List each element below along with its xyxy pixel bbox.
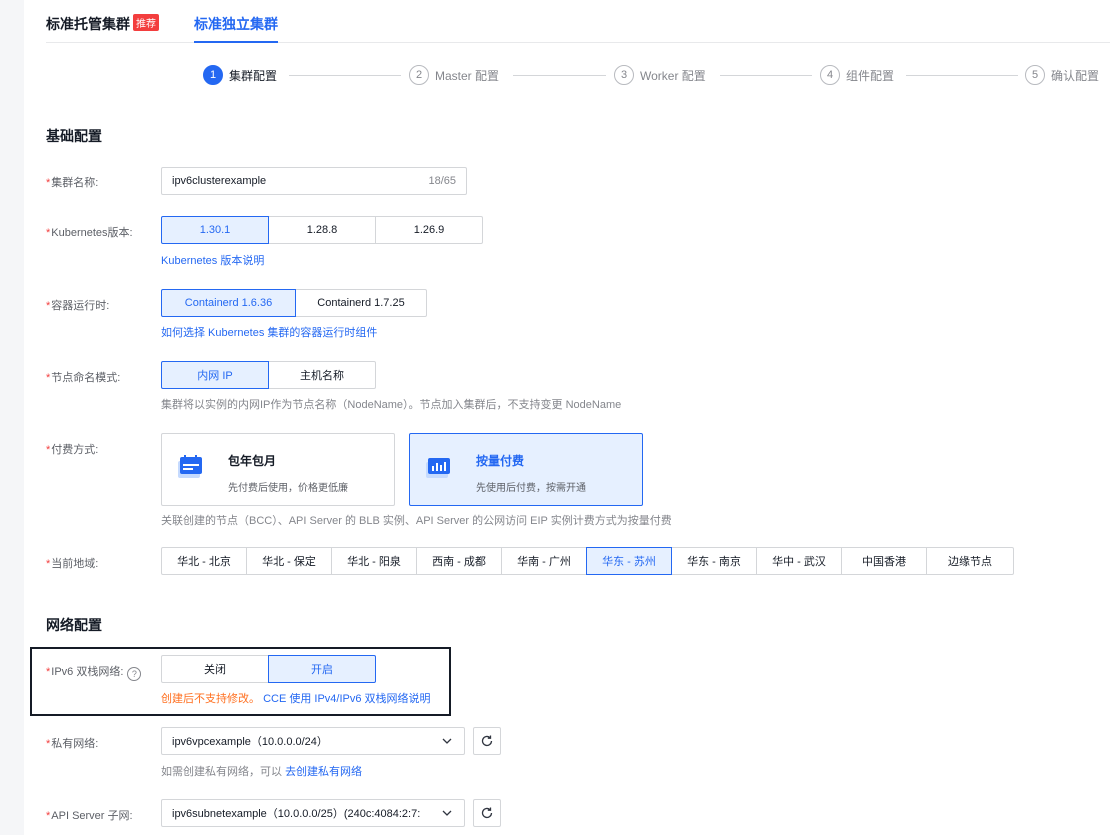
subnet-label: *API Server 子网:: [46, 810, 133, 822]
usage-meter-icon: [426, 458, 450, 478]
ipv6-option-on[interactable]: 开启: [268, 655, 376, 683]
k8s-version-doc-link[interactable]: Kubernetes 版本说明: [161, 252, 264, 268]
cluster-type-tabs: 标准托管集群 推荐 标准独立集群: [46, 0, 1110, 43]
ipv6-hint: 创建后不支持修改。 CCE 使用 IPv4/IPv6 双栈网络说明: [161, 690, 431, 706]
help-icon[interactable]: ?: [127, 667, 142, 681]
k8s-version-option-1-26-9[interactable]: 1.26.9: [375, 216, 483, 244]
vpc-select[interactable]: ipv6vpcexample（10.0.0.0/24）: [161, 727, 465, 755]
step-label: 组件配置: [846, 68, 895, 83]
billing-card-postpaid[interactable]: 按量付费 先使用后付费，按需开通: [409, 433, 643, 506]
chevron-down-icon: [442, 810, 452, 816]
tab-standalone-label: 标准独立集群: [194, 16, 278, 32]
k8s-version-option-1-28-8[interactable]: 1.28.8: [268, 216, 376, 244]
ipv6-warning: 创建后不支持修改。: [161, 693, 260, 705]
runtime-option-1-7-25[interactable]: Containerd 1.7.25: [295, 289, 427, 317]
chevron-down-icon: [442, 738, 452, 744]
k8s-version-option-1-30-1[interactable]: 1.30.1: [161, 216, 269, 244]
tab-standalone-cluster[interactable]: 标准独立集群: [194, 14, 278, 43]
vpc-hint: 如需创建私有网络，可以 去创建私有网络: [161, 763, 362, 779]
runtime-selector: Containerd 1.6.36 Containerd 1.7.25: [161, 289, 427, 317]
step-component-config: 4 组件配置: [820, 65, 894, 85]
postpaid-desc: 先使用后付费，按需开通: [476, 483, 586, 494]
step-connector: [906, 75, 1018, 76]
billing-label: *付费方式:: [46, 444, 99, 456]
step-cluster-config: 1 集群配置: [203, 65, 277, 85]
region-option-baoding[interactable]: 华北 - 保定: [246, 547, 332, 575]
step-number: 3: [614, 65, 634, 85]
region-option-nanjing[interactable]: 华东 - 南京: [671, 547, 757, 575]
region-option-beijing[interactable]: 华北 - 北京: [161, 547, 247, 575]
recommend-badge: 推荐: [133, 14, 159, 31]
refresh-icon: [481, 735, 493, 747]
cluster-name-value: ipv6clusterexample: [172, 175, 267, 187]
calendar-icon: [178, 455, 202, 478]
naming-option-hostname[interactable]: 主机名称: [268, 361, 376, 389]
network-config-title: 网络配置: [46, 617, 102, 633]
node-naming-hint: 集群将以实例的内网IP作为节点名称（NodeName）。节点加入集群后，不支持变…: [161, 399, 622, 411]
subnet-refresh-button[interactable]: [473, 799, 501, 827]
tab-managed-label: 标准托管集群: [46, 16, 130, 32]
cluster-name-label: *集群名称:: [46, 177, 99, 189]
step-number: 1: [203, 65, 223, 85]
step-number: 4: [820, 65, 840, 85]
wizard-steps: 1 集群配置 2 Master 配置 3 Worker 配置 4 组件配置 5 …: [24, 65, 1110, 87]
step-number: 5: [1025, 65, 1045, 85]
k8s-version-label: *Kubernetes版本:: [46, 227, 133, 239]
basic-config-title: 基础配置: [46, 128, 102, 144]
step-label: 集群配置: [229, 68, 278, 83]
postpaid-title: 按量付费: [476, 454, 525, 468]
region-label: *当前地域:: [46, 558, 99, 570]
subnet-select-value: ipv6subnetexample（10.0.0.0/25）(240c:4084…: [172, 808, 421, 820]
step-connector: [513, 75, 606, 76]
refresh-icon: [481, 807, 493, 819]
k8s-version-selector: 1.30.1 1.28.8 1.26.9: [161, 216, 483, 244]
step-confirm-config: 5 确认配置: [1025, 65, 1099, 85]
step-master-config: 2 Master 配置: [409, 65, 499, 85]
prepaid-title: 包年包月: [228, 454, 277, 468]
billing-card-prepaid[interactable]: 包年包月 先付费后使用，价格更低廉: [161, 433, 395, 506]
cluster-name-input[interactable]: ipv6clusterexample 18/65: [161, 167, 467, 195]
step-number: 2: [409, 65, 429, 85]
step-connector: [720, 75, 812, 76]
vpc-refresh-button[interactable]: [473, 727, 501, 755]
cluster-create-page: 标准托管集群 推荐 标准独立集群 1 集群配置 2 Master 配置 3 Wor…: [24, 0, 1110, 835]
prepaid-desc: 先付费后使用，价格更低廉: [228, 483, 348, 494]
ipv6-toggle: 关闭 开启: [161, 655, 376, 683]
naming-option-private-ip[interactable]: 内网 IP: [161, 361, 269, 389]
runtime-doc-link[interactable]: 如何选择 Kubernetes 集群的容器运行时组件: [161, 324, 377, 340]
step-label: Worker 配置: [640, 68, 706, 83]
region-option-hongkong[interactable]: 中国香港: [841, 547, 927, 575]
create-vpc-link[interactable]: 去创建私有网络: [285, 766, 362, 778]
region-option-suzhou[interactable]: 华东 - 苏州: [586, 547, 672, 575]
vpc-hint-text: 如需创建私有网络，可以: [161, 766, 282, 778]
step-connector: [289, 75, 401, 76]
tab-managed-cluster[interactable]: 标准托管集群 推荐: [46, 14, 159, 34]
billing-hint: 关联创建的节点（BCC）、API Server 的 BLB 实例、API Ser…: [161, 515, 672, 527]
ipv6-option-off[interactable]: 关闭: [161, 655, 269, 683]
step-label: Master 配置: [435, 68, 500, 83]
region-option-guangzhou[interactable]: 华南 - 广州: [501, 547, 587, 575]
node-naming-selector: 内网 IP 主机名称: [161, 361, 376, 389]
vpc-label: *私有网络:: [46, 738, 99, 750]
step-label: 确认配置: [1051, 68, 1100, 83]
ipv6-doc-link[interactable]: CCE 使用 IPv4/IPv6 双栈网络说明: [263, 693, 430, 705]
region-option-wuhan[interactable]: 华中 - 武汉: [756, 547, 842, 575]
region-option-yangquan[interactable]: 华北 - 阳泉: [331, 547, 417, 575]
runtime-option-1-6-36[interactable]: Containerd 1.6.36: [161, 289, 296, 317]
runtime-label: *容器运行时:: [46, 300, 110, 312]
region-selector: 华北 - 北京 华北 - 保定 华北 - 阳泉 西南 - 成都 华南 - 广州 …: [161, 547, 1014, 575]
char-count: 18/65: [428, 175, 456, 187]
node-naming-label: *节点命名模式:: [46, 372, 121, 384]
subnet-select[interactable]: ipv6subnetexample（10.0.0.0/25）(240c:4084…: [161, 799, 465, 827]
vpc-select-value: ipv6vpcexample（10.0.0.0/24）: [172, 736, 328, 748]
region-option-edge[interactable]: 边缘节点: [926, 547, 1014, 575]
ipv6-label: *IPv6 双栈网络:?: [46, 663, 142, 681]
region-option-chengdu[interactable]: 西南 - 成都: [416, 547, 502, 575]
step-worker-config: 3 Worker 配置: [614, 65, 706, 85]
